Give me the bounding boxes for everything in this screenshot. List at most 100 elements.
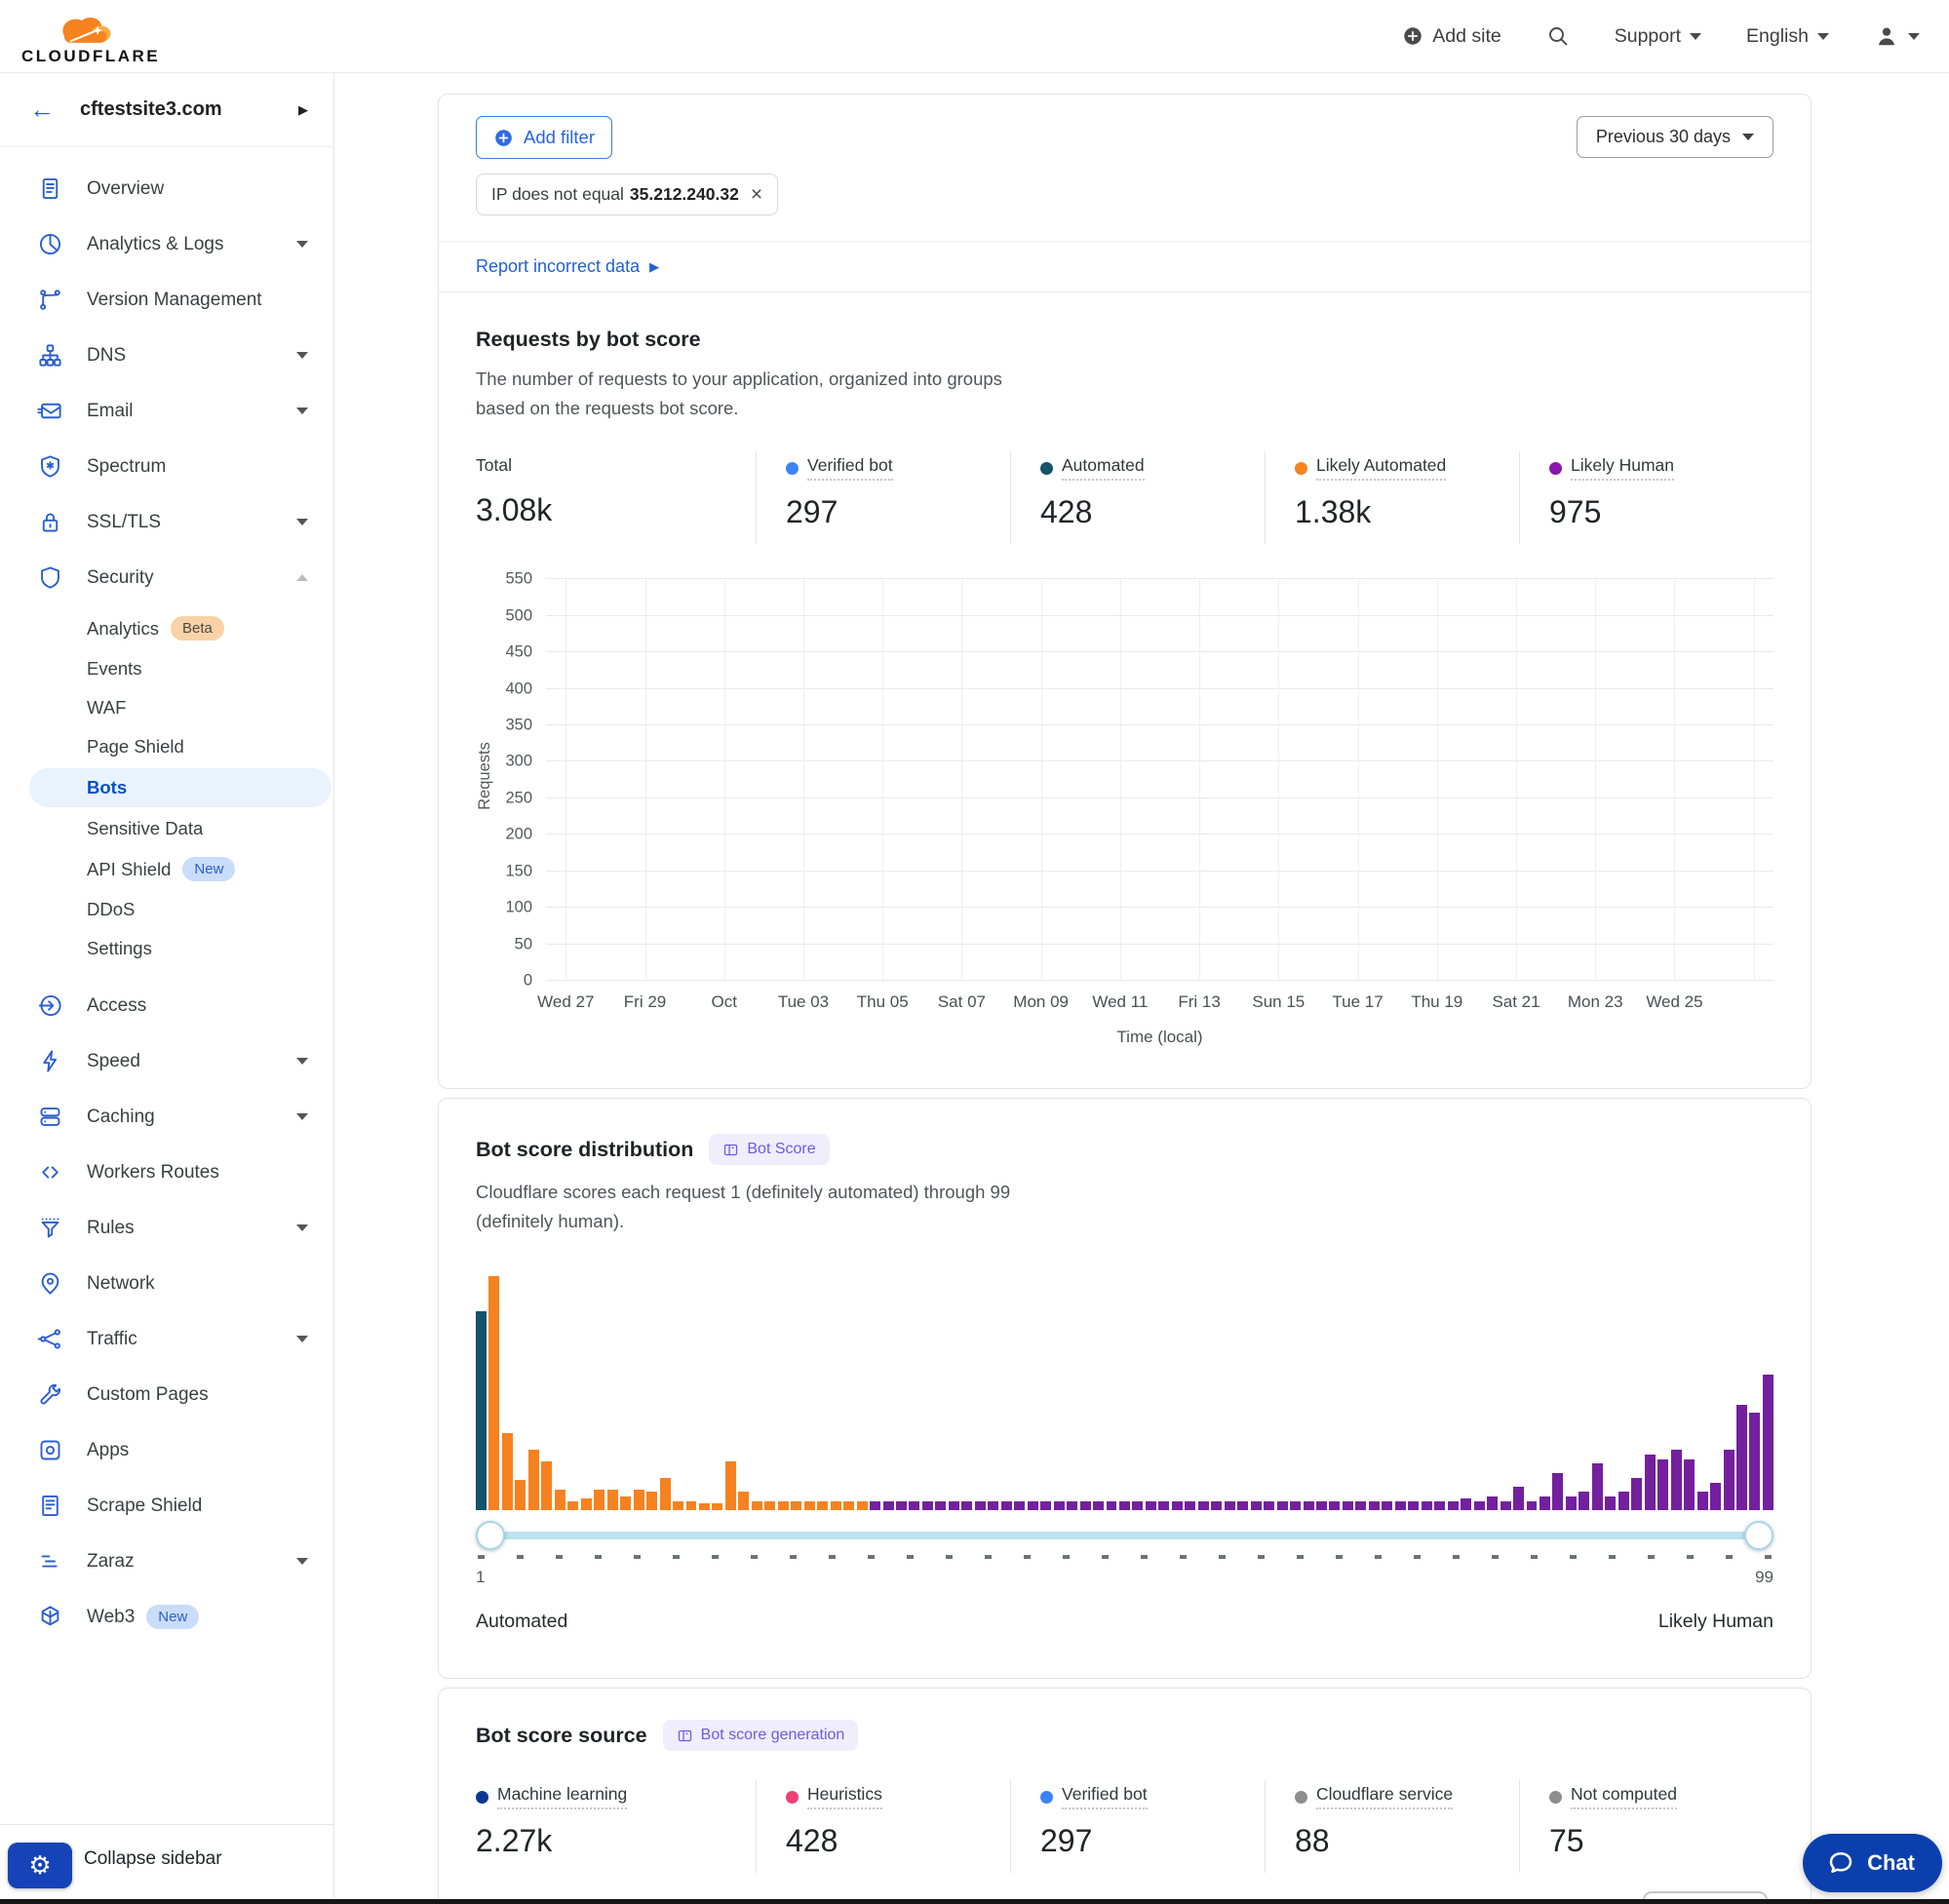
histogram-bar[interactable] bbox=[1225, 1501, 1235, 1511]
histogram-bar[interactable] bbox=[1329, 1501, 1340, 1511]
histogram-bar[interactable] bbox=[1552, 1473, 1563, 1510]
histogram-bar[interactable] bbox=[1014, 1501, 1025, 1511]
sidebar-item-rules[interactable]: Rules bbox=[0, 1200, 333, 1256]
sidebar-item-access[interactable]: Access bbox=[0, 978, 333, 1033]
histogram-bar[interactable] bbox=[1461, 1498, 1471, 1510]
sidebar-item-overview[interactable]: Overview bbox=[0, 161, 333, 216]
cloudflare-logo[interactable]: CLOUDFLARE bbox=[21, 8, 160, 64]
histogram-bar[interactable] bbox=[541, 1461, 552, 1510]
histogram-bar[interactable] bbox=[831, 1501, 841, 1511]
bot-score-badge[interactable]: Bot Score bbox=[709, 1134, 829, 1165]
histogram-bar[interactable] bbox=[1657, 1459, 1668, 1511]
histogram-bar[interactable] bbox=[502, 1433, 513, 1510]
sidebar-item-workers-routes[interactable]: Workers Routes bbox=[0, 1145, 333, 1200]
histogram-bar[interactable] bbox=[620, 1496, 631, 1510]
histogram-bar[interactable] bbox=[1251, 1501, 1262, 1511]
histogram-bar[interactable] bbox=[1067, 1501, 1077, 1511]
histogram-bar[interactable] bbox=[1592, 1463, 1603, 1510]
histogram-bar[interactable] bbox=[673, 1501, 683, 1511]
histogram-bar[interactable] bbox=[1172, 1501, 1183, 1511]
histogram-bar[interactable] bbox=[1040, 1501, 1051, 1511]
histogram-bar[interactable] bbox=[883, 1501, 894, 1511]
chat-button[interactable]: Chat bbox=[1803, 1834, 1942, 1892]
slider-handle-min[interactable] bbox=[476, 1521, 505, 1550]
histogram-bar[interactable] bbox=[594, 1490, 604, 1511]
histogram-bar[interactable] bbox=[1080, 1501, 1091, 1511]
histogram-bar[interactable] bbox=[1316, 1501, 1327, 1511]
histogram-bar[interactable] bbox=[1343, 1501, 1353, 1511]
histogram-bar[interactable] bbox=[1107, 1501, 1117, 1511]
add-site-button[interactable]: Add site bbox=[1402, 25, 1501, 48]
sidebar-subitem-api-shield[interactable]: API ShieldNew bbox=[0, 848, 333, 890]
sidebar-item-zaraz[interactable]: Zaraz bbox=[0, 1534, 333, 1589]
bot-score-generation-badge[interactable]: Bot score generation bbox=[663, 1720, 859, 1751]
support-menu[interactable]: Support bbox=[1615, 25, 1701, 48]
sidebar-subitem-events[interactable]: Events bbox=[0, 649, 333, 688]
histogram-bar[interactable] bbox=[1146, 1501, 1156, 1511]
histogram-bar[interactable] bbox=[1395, 1501, 1406, 1511]
slider-track[interactable] bbox=[488, 1532, 1761, 1539]
sidebar-item-speed[interactable]: Speed bbox=[0, 1033, 333, 1089]
sidebar-subitem-sensitive-data[interactable]: Sensitive Data bbox=[0, 809, 333, 848]
histogram-bar[interactable] bbox=[646, 1492, 657, 1510]
language-menu[interactable]: English bbox=[1746, 25, 1829, 48]
histogram-bar[interactable] bbox=[1290, 1501, 1301, 1511]
histogram-bar[interactable] bbox=[896, 1501, 907, 1511]
histogram-bar[interactable] bbox=[476, 1311, 487, 1510]
histogram-bar[interactable] bbox=[1487, 1496, 1498, 1510]
sidebar-item-analytics-logs[interactable]: Analytics & Logs bbox=[0, 216, 333, 272]
histogram-bar[interactable] bbox=[1645, 1455, 1656, 1511]
histogram-bar[interactable] bbox=[1501, 1501, 1511, 1511]
histogram-bar[interactable] bbox=[1474, 1501, 1485, 1511]
histogram-bar[interactable] bbox=[515, 1480, 526, 1510]
settings-fab[interactable]: ⚙ bbox=[8, 1843, 72, 1888]
histogram-bar[interactable] bbox=[1132, 1501, 1143, 1511]
sidebar-item-scrape-shield[interactable]: Scrape Shield bbox=[0, 1478, 333, 1534]
sidebar-subitem-waf[interactable]: WAF bbox=[0, 688, 333, 727]
histogram-bar[interactable] bbox=[935, 1501, 946, 1511]
histogram-bar[interactable] bbox=[922, 1501, 933, 1511]
histogram-bar[interactable] bbox=[1736, 1405, 1747, 1510]
histogram-bar[interactable] bbox=[843, 1501, 854, 1511]
histogram-bar[interactable] bbox=[804, 1501, 815, 1511]
histogram-bar[interactable] bbox=[1185, 1501, 1195, 1511]
histogram-bar[interactable] bbox=[1566, 1496, 1577, 1510]
histogram-bar[interactable] bbox=[1304, 1501, 1314, 1511]
histogram-bar[interactable] bbox=[870, 1501, 880, 1511]
histogram-bar[interactable] bbox=[567, 1501, 578, 1511]
histogram-bar[interactable] bbox=[1684, 1459, 1695, 1511]
histogram-bar[interactable] bbox=[555, 1490, 565, 1511]
back-arrow-icon[interactable]: ← bbox=[29, 95, 55, 125]
histogram-bar[interactable] bbox=[817, 1501, 828, 1511]
sidebar-item-security[interactable]: Security bbox=[0, 550, 333, 605]
histogram-bar[interactable] bbox=[1513, 1487, 1524, 1510]
histogram-bar[interactable] bbox=[686, 1501, 697, 1511]
histogram-bar[interactable] bbox=[1724, 1450, 1735, 1510]
histogram-bar[interactable] bbox=[1579, 1492, 1589, 1510]
histogram-bar[interactable] bbox=[1277, 1501, 1288, 1511]
histogram-bar[interactable] bbox=[1540, 1496, 1550, 1510]
histogram-bar[interactable] bbox=[778, 1501, 789, 1511]
histogram-bar[interactable] bbox=[725, 1461, 736, 1510]
histogram-bar[interactable] bbox=[909, 1501, 919, 1511]
histogram-bar[interactable] bbox=[1093, 1501, 1104, 1511]
histogram-bar[interactable] bbox=[660, 1478, 671, 1511]
histogram-bar[interactable] bbox=[1408, 1501, 1419, 1511]
histogram-bar[interactable] bbox=[1763, 1375, 1774, 1510]
histogram-bar[interactable] bbox=[764, 1501, 775, 1511]
histogram-bar[interactable] bbox=[1355, 1501, 1366, 1511]
histogram-bar[interactable] bbox=[1448, 1501, 1459, 1511]
histogram-bar[interactable] bbox=[1434, 1501, 1445, 1511]
histogram-bar[interactable] bbox=[857, 1501, 868, 1511]
histogram-bar[interactable] bbox=[1605, 1496, 1616, 1510]
histogram-bar[interactable] bbox=[1749, 1413, 1760, 1511]
histogram-bar[interactable] bbox=[961, 1501, 972, 1511]
date-range-select[interactable]: Previous 30 days bbox=[1577, 116, 1774, 158]
histogram-bar[interactable] bbox=[791, 1501, 801, 1511]
chevron-right-icon[interactable]: ▶ bbox=[298, 102, 308, 118]
remove-filter-icon[interactable]: × bbox=[751, 184, 762, 205]
add-filter-button[interactable]: Add filter bbox=[476, 116, 612, 159]
histogram-bar[interactable] bbox=[1710, 1483, 1721, 1511]
sidebar-item-apps[interactable]: Apps bbox=[0, 1422, 333, 1478]
histogram-bar[interactable] bbox=[1119, 1501, 1130, 1511]
